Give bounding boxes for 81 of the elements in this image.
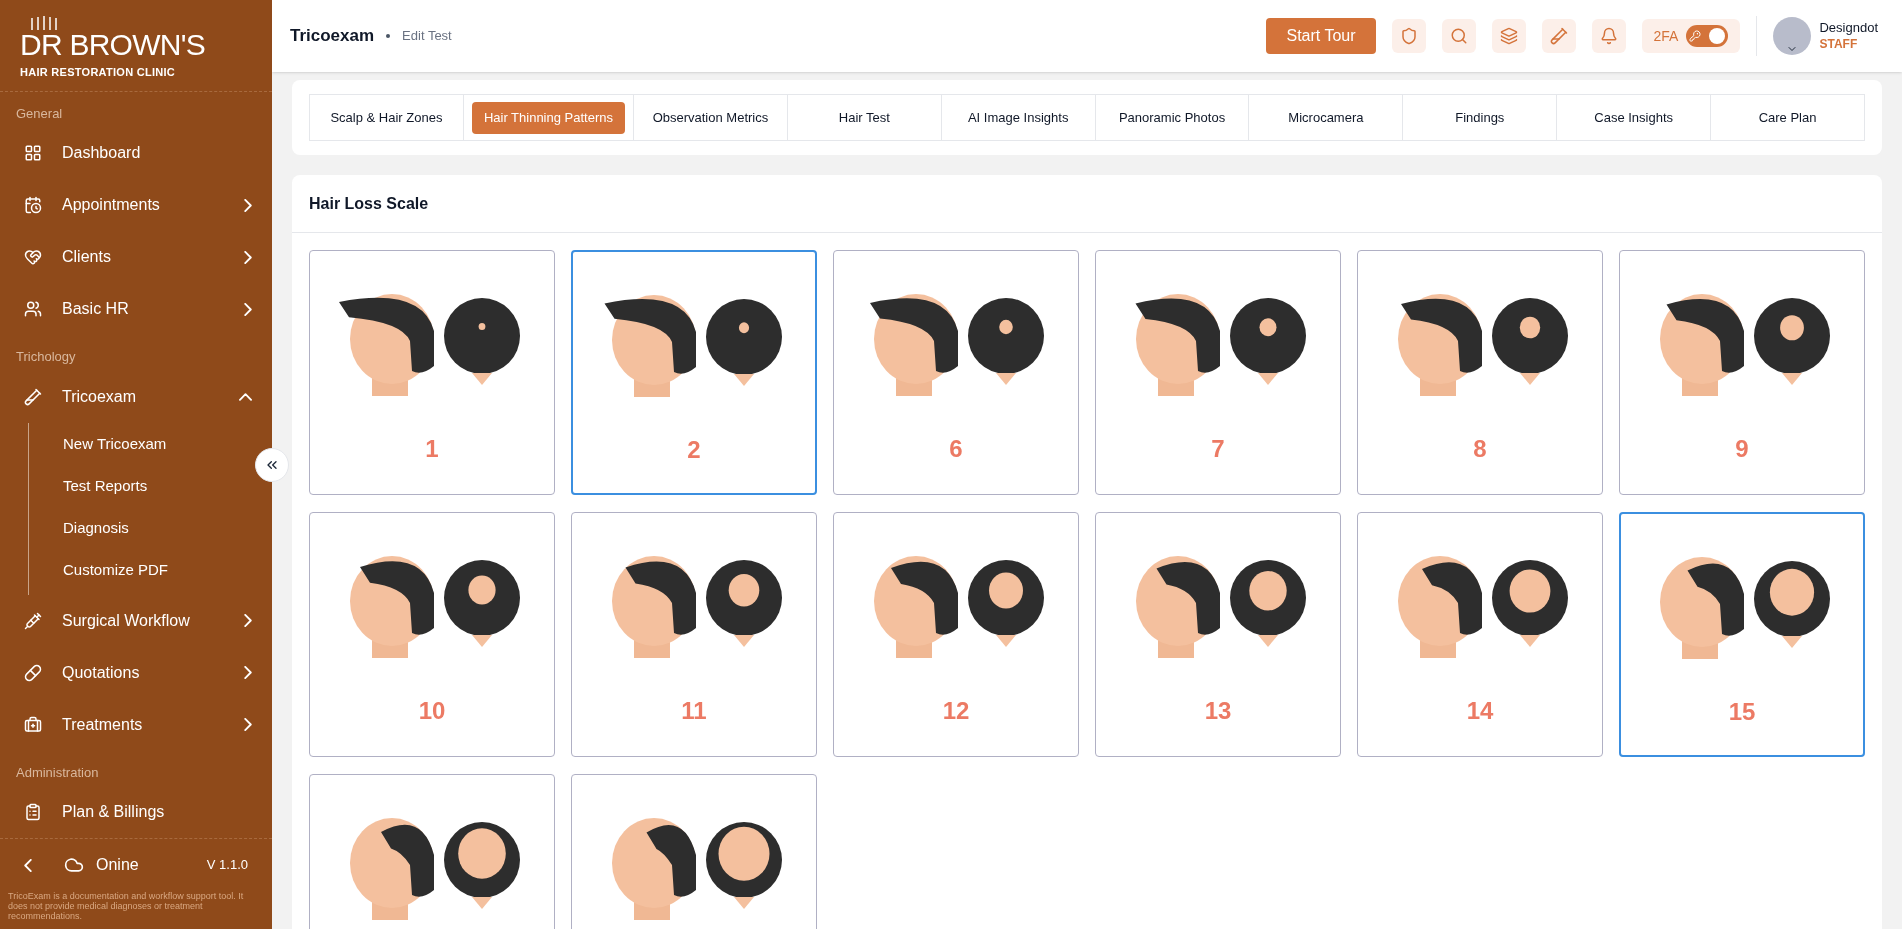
medical-kit-icon [24,715,42,734]
toolbar-button[interactable] [1391,19,1426,53]
chevron-left-icon[interactable] [24,858,32,872]
test-tube-icon [1549,27,1568,45]
nav-item[interactable]: Treatments [0,698,272,751]
logo-title: DR BROWN'S [20,30,206,60]
scale-number: 9 [1735,434,1749,464]
scale-number: 6 [949,434,963,464]
people-icon [24,300,42,319]
chevron-up-icon [239,392,252,401]
clipboard-icon [24,803,42,822]
scale-number: 11 [681,696,707,726]
section-label: Trichology [15,348,77,367]
two-factor-toggle[interactable] [1686,25,1729,47]
user-name: Designdot [1819,20,1878,37]
tab[interactable]: Panoramic Photos [1095,95,1249,140]
key-icon [1689,30,1702,42]
chevron-right-icon [244,198,252,212]
nav-item[interactable]: Basic HR [0,283,272,336]
toolbar-button[interactable] [1441,19,1476,53]
nav-item[interactable]: Surgical Workflow [0,594,272,647]
toggle-thumb [1709,28,1726,44]
nav-item[interactable]: Tricoexam [0,370,272,423]
search-icon [1449,27,1468,45]
syringe-icon [24,611,42,630]
scale-number: 10 [418,696,446,726]
collapse-sidebar-button[interactable] [255,448,289,482]
nav-item[interactable]: Dashboard [0,127,272,180]
scale-number: 13 [1204,696,1232,726]
tab[interactable]: AI Image Insights [941,95,1095,140]
tab[interactable]: Case Insights [1557,95,1711,140]
tab[interactable]: Scalp & Hair Zones [310,95,463,140]
sub-nav-item[interactable]: Test Reports [29,464,272,507]
sub-nav-item[interactable]: Customize PDF [29,548,272,591]
toolbar-button[interactable] [1591,19,1626,53]
status-text: Onine [96,855,139,876]
nav-item[interactable]: Appointments [0,179,272,232]
toolbar-button[interactable] [1541,19,1576,53]
nav-item[interactable]: Plan & Billings [0,786,272,839]
tab[interactable]: Care Plan [1711,95,1864,140]
chevron-right-icon [244,718,252,732]
disclaimer-text: TricoExam is a documentation and workflow support tool. It does not provide medical diagnoses or treatment recommendations. [7,891,245,923]
start-tour-button[interactable]: Start Tour [1266,18,1376,54]
layers-icon [1499,27,1518,45]
sub-nav-item[interactable]: Diagnosis [29,506,272,549]
tab[interactable]: Hair Thinning Patterns [471,101,625,134]
pill-icon [24,663,42,682]
scale-number: 12 [942,696,970,726]
scale-number: 1 [425,434,439,464]
chevron-right-icon [244,302,252,316]
sub-nav-item[interactable]: New Tricoexam [29,422,272,465]
scale-number: 14 [1466,696,1494,726]
scale-number: 7 [1211,434,1225,464]
page-title: Tricoexam [290,25,375,48]
chevron-right-icon [244,250,252,264]
user-role: STAFF [1819,36,1859,52]
grid-icon [24,144,42,163]
nav-item[interactable]: Quotations [0,646,272,699]
two-factor-label: 2FA [1653,26,1679,46]
bell-icon [1599,27,1618,45]
scale-number: 15 [1728,697,1756,727]
version-text: V 1.1.0 [206,856,248,875]
scale-number: 8 [1473,434,1487,464]
tab[interactable]: Findings [1403,95,1557,140]
scale-number: 2 [687,435,701,465]
nav-item[interactable]: Clients [0,231,272,284]
section-label: General [15,104,64,123]
tab[interactable]: Observation Metrics [634,95,787,140]
avatar[interactable] [1773,17,1812,55]
test-tube-icon [24,387,42,406]
logo-subtitle: HAIR RESTORATION CLINIC [20,65,177,80]
calendar-icon [24,196,42,215]
chevron-right-icon [244,614,252,628]
shield-icon [1399,27,1418,45]
chevron-right-icon [244,666,252,680]
tab[interactable]: Microcamera [1249,95,1403,140]
breadcrumb-text: Edit Test [402,27,452,46]
panel-title: Hair Loss Scale [309,193,429,214]
toolbar-button[interactable] [1491,19,1526,53]
section-label: Administration [15,763,100,782]
tab[interactable]: Hair Test [787,95,941,140]
